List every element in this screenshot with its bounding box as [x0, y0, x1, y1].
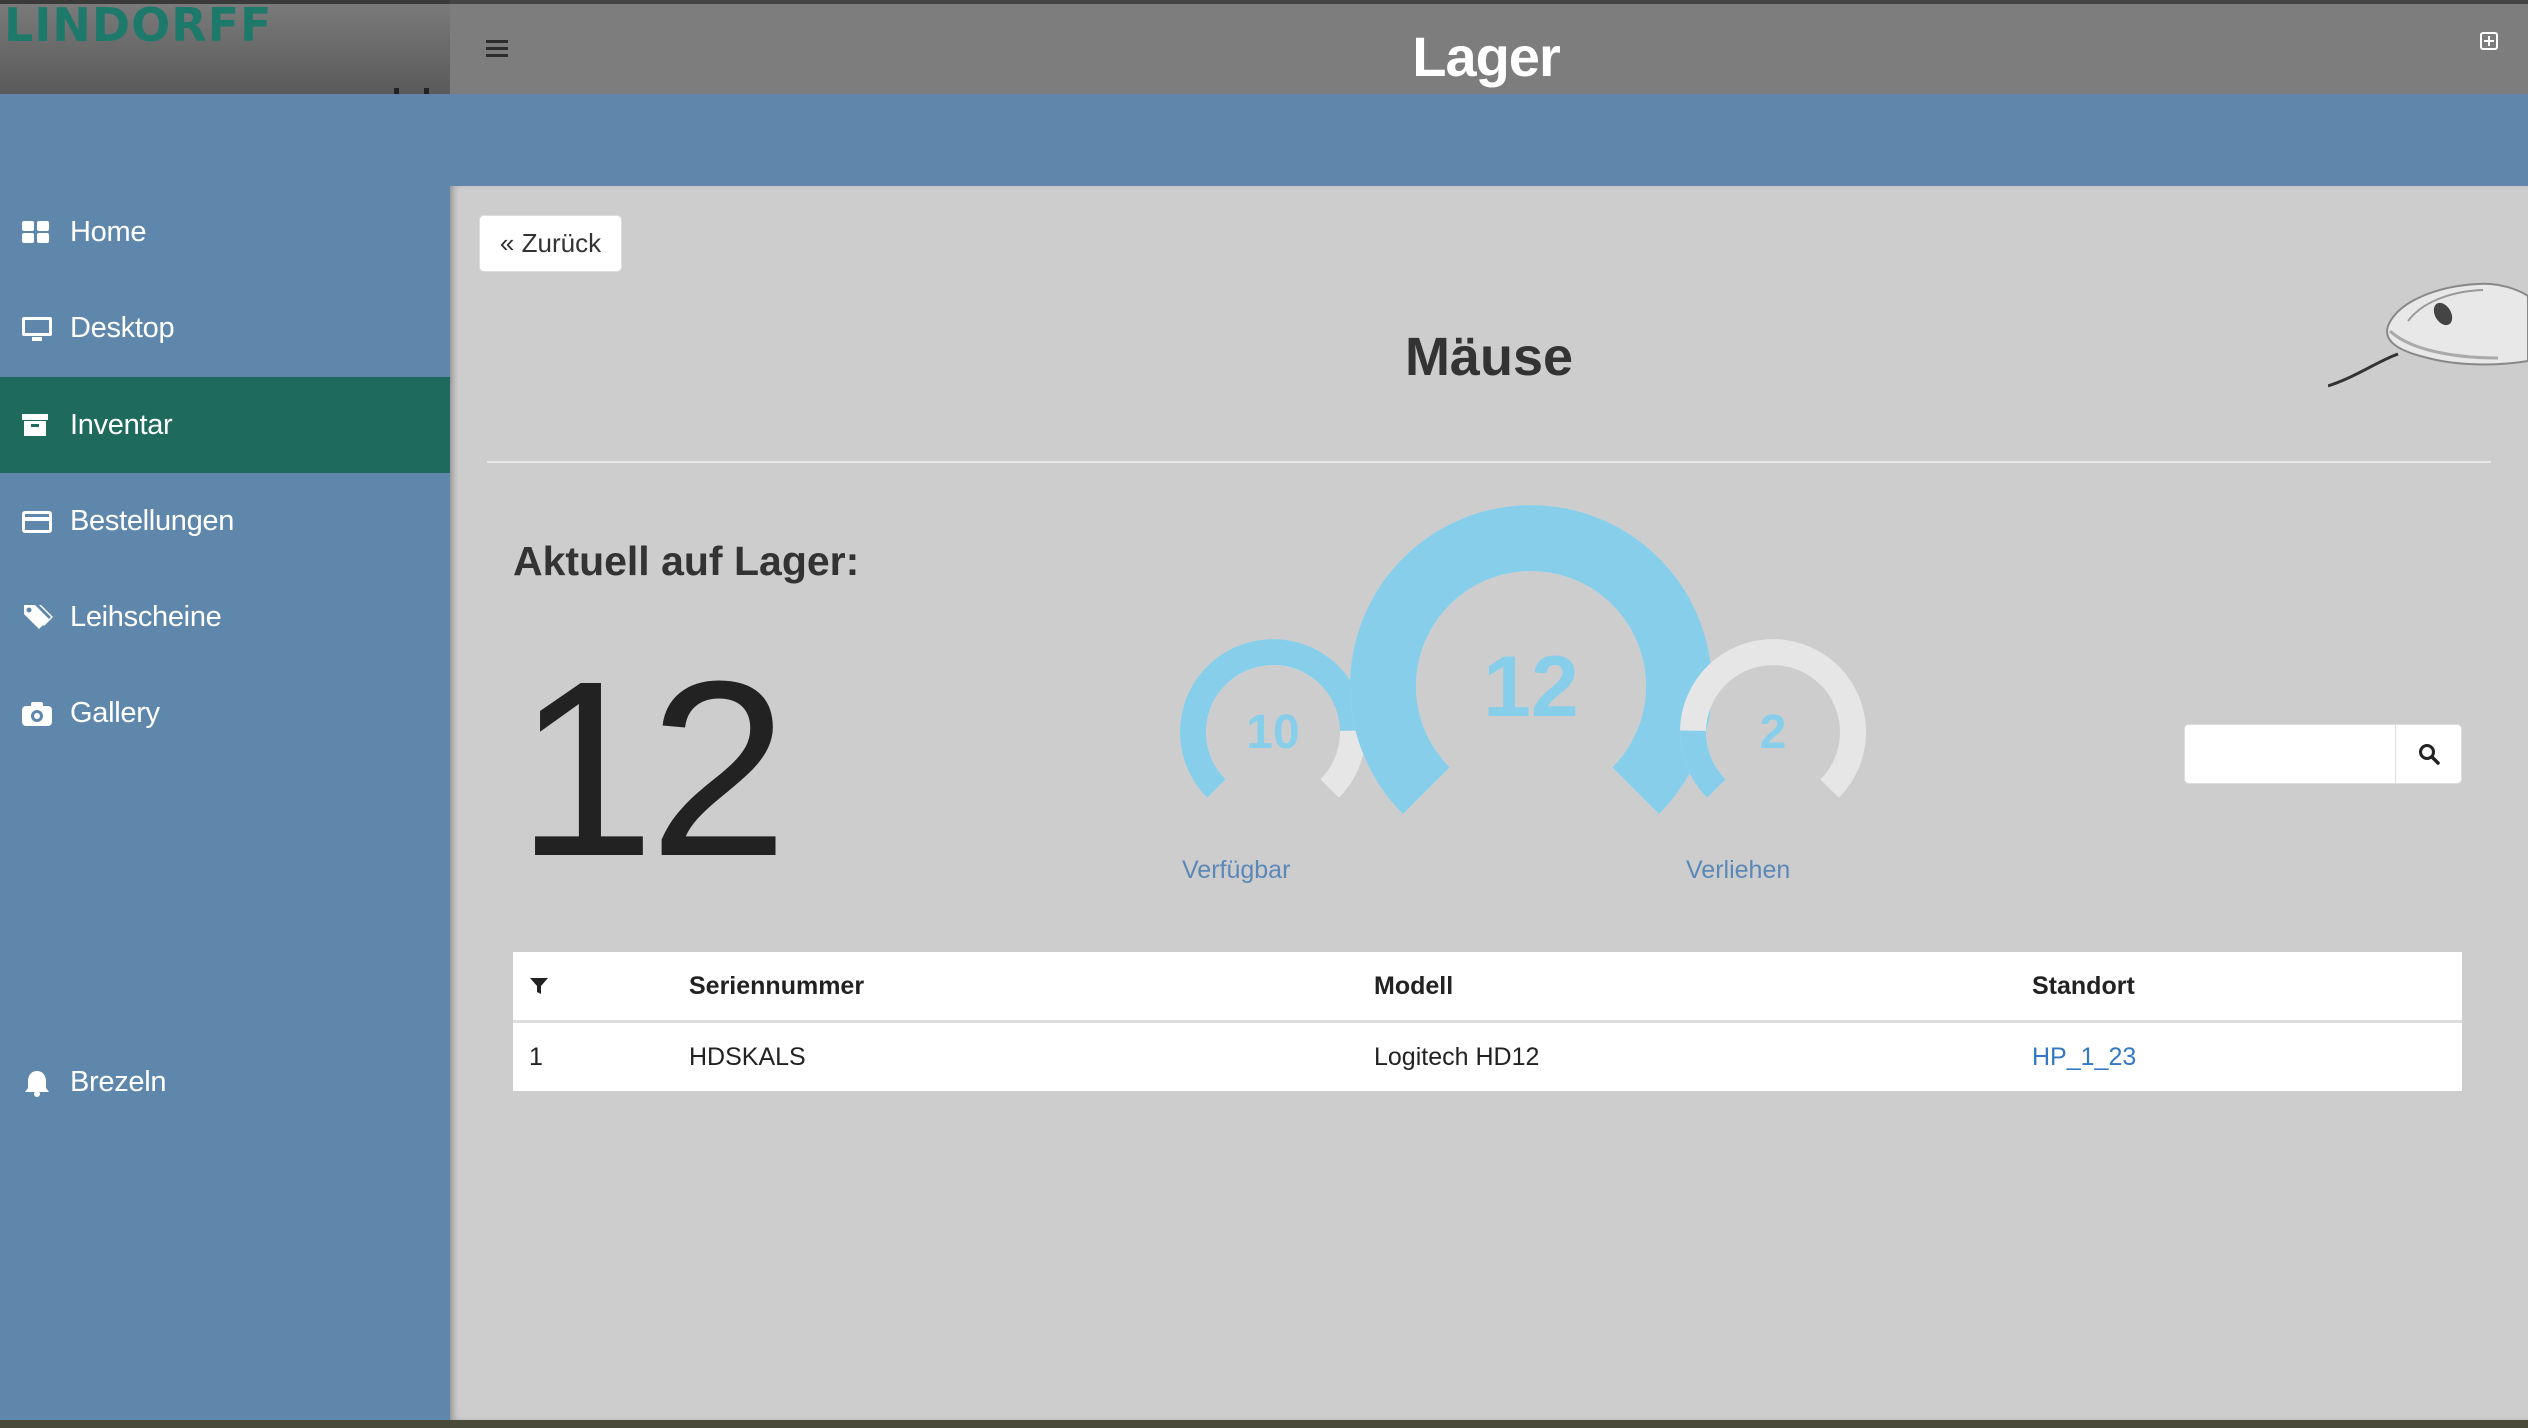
sidebar-item-label: Brezeln [70, 1065, 167, 1098]
sidebar-item-bestellungen[interactable]: Bestellungen [0, 473, 450, 569]
gauge-lent-track [1680, 639, 1866, 798]
sidebar-item-label: Bestellungen [70, 504, 235, 537]
add-square-icon[interactable] [2480, 32, 2498, 50]
brand-logo: LINDORFF [4, 0, 273, 52]
gauge-lent-value: 2 [1760, 706, 1787, 759]
sidebar-item-label: Inventar [70, 408, 173, 441]
tags-icon [22, 603, 53, 631]
gauge-lent: 2 [1680, 639, 1866, 798]
sidebar: Home Desktop Inventar Bestellungen Leihs… [0, 94, 450, 1428]
gauge-total-fill [1350, 505, 1712, 814]
sidebar-item-inventar[interactable]: Inventar [0, 377, 450, 473]
stock-count: 12 [516, 629, 788, 908]
row-index: 1 [529, 1042, 543, 1071]
gauge-available-caption: Verfügbar [1182, 856, 1291, 884]
sidebar-item-home[interactable]: Home [0, 184, 450, 280]
page-title: Lager [1412, 25, 1560, 88]
bell-icon [22, 1068, 50, 1097]
sidebar-item-label: Gallery [70, 696, 160, 729]
logo-area: LINDORFF [0, 0, 450, 94]
gauge-total: 12 [1350, 505, 1712, 814]
column-header-serial[interactable]: Seriennummer [689, 952, 864, 1020]
search-icon [2418, 744, 2440, 765]
table-row[interactable]: 1 HDSKALS Logitech HD12 HP_1_23 [513, 1023, 2462, 1091]
inventory-table: Seriennummer Modell Standort 1 HDSKALS L… [513, 952, 2462, 1091]
sidebar-item-desktop[interactable]: Desktop [0, 280, 450, 376]
search-box [2184, 724, 2462, 784]
column-header-model[interactable]: Modell [1374, 952, 1453, 1020]
top-bar: Lager [450, 0, 2528, 94]
gauge-available-track [1180, 639, 1366, 798]
sidebar-item-leihscheine[interactable]: Leihscheine [0, 569, 450, 665]
row-location-link[interactable]: HP_1_23 [2032, 1023, 2136, 1091]
desktop-icon [22, 314, 52, 342]
main-panel: « Zurück Mäuse Aktuell auf Lager: 12 10 … [450, 186, 2528, 1420]
header-band [450, 94, 2528, 186]
divider [487, 461, 2491, 463]
stock-label: Aktuell auf Lager: [513, 538, 860, 584]
category-heading: Mäuse [1404, 327, 1574, 387]
sidebar-item-label: Home [70, 215, 147, 248]
archive-icon [22, 411, 50, 439]
gauge-available-value: 10 [1246, 706, 1299, 759]
credit-card-icon [22, 507, 52, 535]
sidebar-item-brezeln[interactable]: Brezeln [0, 1034, 450, 1130]
grid-icon [22, 218, 50, 246]
column-header-location[interactable]: Standort [2032, 952, 2135, 1020]
bottom-strip [0, 1420, 2528, 1428]
gauge-available-fill [1180, 639, 1366, 798]
gauge-total-value: 12 [1483, 639, 1579, 735]
row-serial: HDSKALS [689, 1042, 806, 1071]
search-input[interactable] [2185, 725, 2395, 783]
gauge-available: 10 [1180, 639, 1366, 798]
gauge-total-track [1350, 505, 1712, 814]
back-button[interactable]: « Zurück [479, 215, 622, 272]
mouse-image [2328, 282, 2528, 388]
camera-icon [22, 699, 52, 727]
sidebar-item-label: Desktop [70, 311, 175, 344]
sidebar-item-gallery[interactable]: Gallery [0, 665, 450, 761]
gauge-lent-caption: Verliehen [1686, 856, 1791, 884]
search-button[interactable] [2395, 725, 2461, 783]
sidebar-item-label: Leihscheine [70, 600, 222, 633]
gauge-lent-fill [1680, 730, 1726, 798]
row-model: Logitech HD12 [1374, 1042, 1540, 1071]
filter-icon[interactable] [529, 952, 549, 1020]
table-header-row: Seriennummer Modell Standort [513, 952, 2462, 1023]
